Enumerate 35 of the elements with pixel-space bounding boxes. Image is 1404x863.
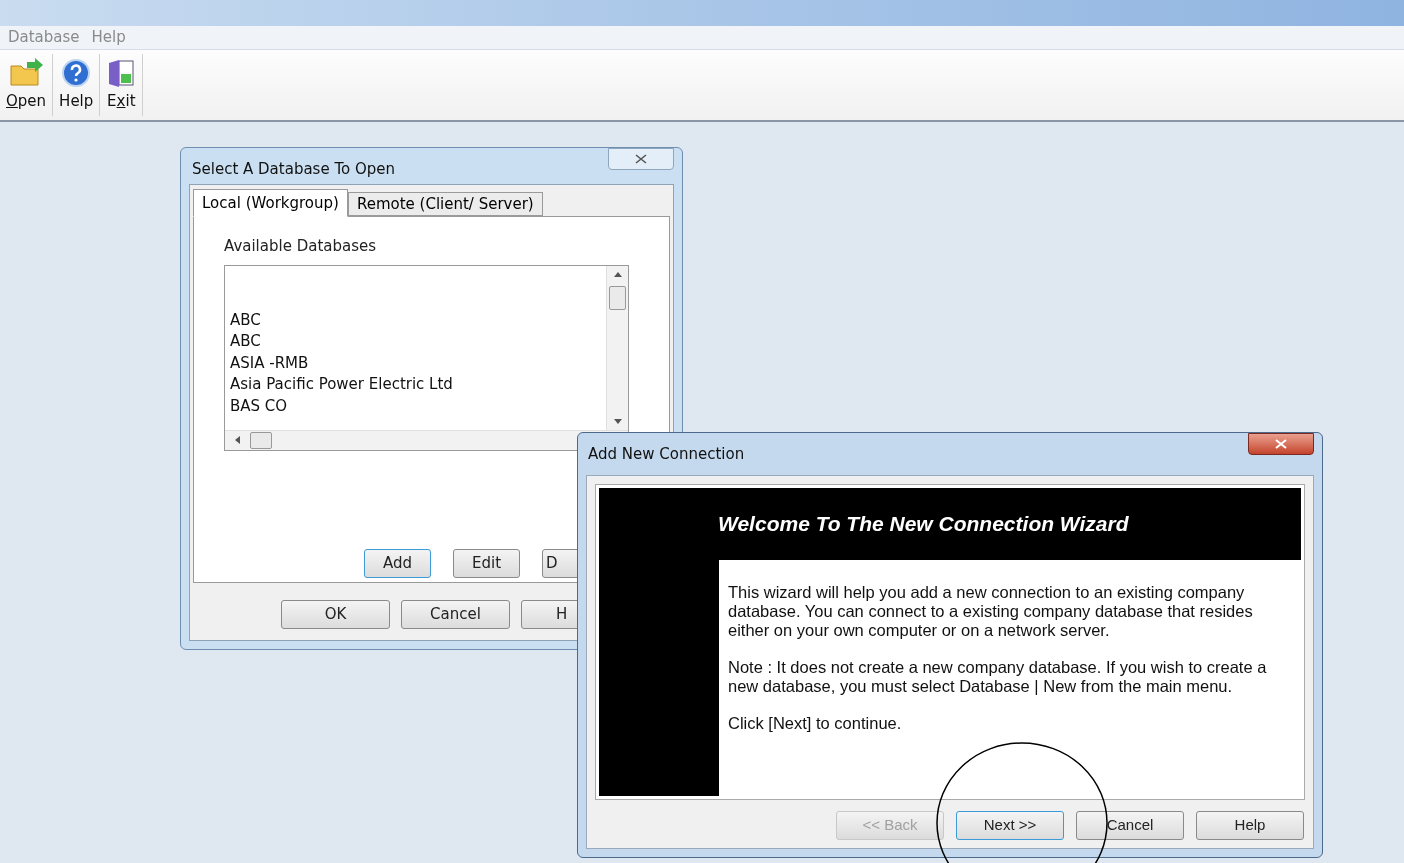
- folder-icon: [9, 57, 44, 88]
- dialog-title: Select A Database To Open: [192, 159, 396, 180]
- close-button[interactable]: [1248, 433, 1314, 455]
- tab[interactable]: Local (Workgroup): [193, 189, 348, 217]
- dialog-button[interactable]: Cancel: [401, 600, 510, 629]
- wizard-button[interactable]: Next >>: [956, 811, 1064, 840]
- toolbar-button[interactable]: Open: [0, 54, 54, 116]
- wizard-text: Click [Next] to continue.: [728, 714, 903, 733]
- close-icon: [1275, 439, 1287, 449]
- wizard-button[interactable]: Cancel: [1076, 811, 1184, 840]
- list-label: Available Databases: [224, 236, 378, 257]
- scroll-left-icon: [235, 436, 240, 444]
- list-item[interactable]: ABC: [230, 331, 606, 353]
- toolbar-button[interactable]: Exit: [100, 54, 144, 116]
- close-icon: [635, 154, 647, 164]
- help-icon: [61, 57, 92, 88]
- list-button[interactable]: Add: [364, 548, 431, 578]
- scroll-up-icon: [613, 271, 622, 277]
- list-item[interactable]: ASIA -RMB: [230, 352, 606, 374]
- wizard-text: Note : It does not create a new company database. If you wish to create a new database, you must select Database | New from the main menu.: [728, 658, 1268, 696]
- dialog-button[interactable]: OK: [281, 600, 390, 629]
- list-button[interactable]: Edit: [453, 548, 520, 578]
- list-item[interactable]: Asia Pacific Power Electric Ltd: [230, 374, 606, 396]
- scroll-thumb[interactable]: [250, 431, 272, 449]
- vertical-scrollbar[interactable]: [606, 265, 628, 430]
- wizard-button[interactable]: Help: [1196, 811, 1304, 840]
- toolbar-button[interactable]: Help: [53, 54, 101, 116]
- tab[interactable]: Remote (Client/ Server): [347, 192, 543, 216]
- scroll-down-icon: [613, 418, 622, 424]
- list-item[interactable]: ABC: [230, 309, 606, 331]
- wizard-text: This wizard will help you add a new connection to an existing company database. You can connect to a existing company database that resides either on your own computer or on a network server.: [728, 583, 1254, 640]
- wizard-heading: Welcome To The New Connection Wizard: [718, 511, 1129, 538]
- door-icon: [106, 57, 137, 88]
- scroll-thumb[interactable]: [609, 285, 626, 310]
- list-item[interactable]: BAS CO: [230, 395, 606, 417]
